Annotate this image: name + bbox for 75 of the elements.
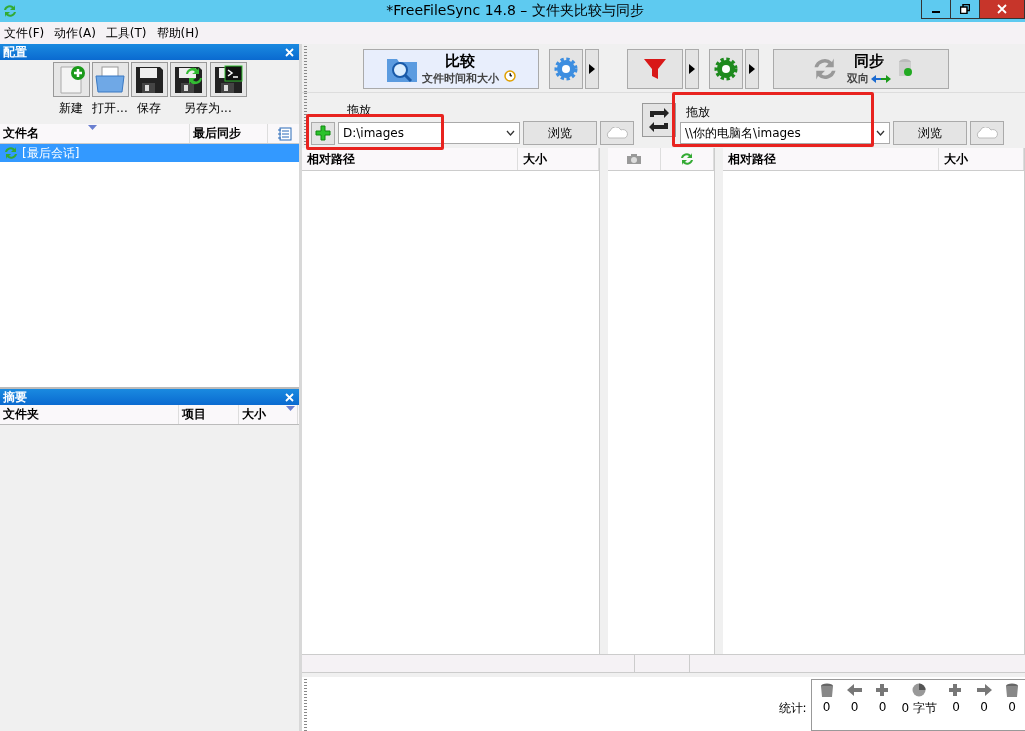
- column-header[interactable]: 文件夹: [0, 405, 179, 424]
- dropdown-caret-icon[interactable]: [876, 130, 885, 136]
- menu-item[interactable]: 帮助(H): [152, 24, 205, 42]
- window-title: *FreeFileSync 14.8 – 文件夹比较与同步: [386, 2, 644, 20]
- save-batch-button[interactable]: [209, 62, 247, 97]
- dropdown-arrow-button[interactable]: [585, 49, 599, 89]
- compare-button[interactable]: 比较 文件时间和大小: [363, 49, 539, 89]
- close-icon: [997, 4, 1007, 14]
- browse-button[interactable]: 浏览: [893, 121, 967, 145]
- left-arrow-icon: [845, 682, 864, 698]
- panel-title: 配置: [3, 43, 27, 61]
- triangle-icon: [589, 64, 595, 74]
- statistic-value: 0: [952, 700, 960, 714]
- menu-item[interactable]: 工具(T): [101, 24, 153, 42]
- statistic-value: 0: [980, 700, 988, 714]
- settings-icon: [553, 56, 579, 82]
- bin-icon: [1003, 682, 1021, 698]
- statistic-value: 0 字节: [901, 700, 937, 717]
- save-as-button[interactable]: [169, 62, 207, 97]
- statistics-label: 统计:: [778, 699, 807, 717]
- sort-arrow-icon: [286, 406, 295, 411]
- browse-button[interactable]: 浏览: [523, 121, 597, 145]
- sync-arrows-icon: [3, 145, 19, 161]
- column-header[interactable]: 相对路径: [723, 148, 939, 170]
- statistic-value: 0: [850, 700, 859, 714]
- statistic-value: 0: [878, 700, 887, 714]
- save-button[interactable]: [130, 62, 168, 97]
- cloud-icon: [975, 127, 999, 139]
- filter-icon: [642, 56, 668, 82]
- sort-arrow-icon: [88, 125, 97, 130]
- sync-arrows-icon: [2, 3, 18, 19]
- sync-arrows-icon[interactable]: [679, 151, 695, 167]
- new-button[interactable]: [52, 62, 90, 97]
- sync-settings-button[interactable]: [709, 49, 743, 89]
- triangle-icon: [689, 64, 695, 74]
- menu-item[interactable]: 动作(A): [50, 24, 102, 42]
- camera-icon[interactable]: [626, 153, 642, 165]
- plus-icon: [315, 125, 331, 141]
- dropdown-arrow-button[interactable]: [745, 49, 759, 89]
- filter-button[interactable]: [627, 49, 683, 89]
- menu-item[interactable]: 文件(F): [0, 24, 51, 42]
- triangle-icon: [749, 64, 755, 74]
- settings-icon: [713, 56, 739, 82]
- dropdown-caret-icon[interactable]: [506, 130, 515, 136]
- synchronize-button[interactable]: 同步 双向: [773, 49, 949, 89]
- statistic-value: 0: [822, 700, 831, 714]
- right-arrow-icon: [975, 682, 993, 698]
- statistic-value: 0: [1008, 700, 1016, 714]
- list-icon[interactable]: [277, 126, 293, 141]
- folder-path-field[interactable]: \\你的电脑名\images: [680, 122, 890, 144]
- column-header[interactable]: 最后同步: [190, 124, 268, 143]
- toolbar-label: 新建: [59, 100, 83, 117]
- minimize-button[interactable]: [921, 0, 951, 19]
- toolbar-label: 保存: [137, 100, 161, 117]
- add-folder-button[interactable]: [311, 121, 335, 145]
- restore-icon: [960, 4, 970, 14]
- close-icon[interactable]: [285, 392, 294, 402]
- drop-label: 拖放: [686, 104, 711, 121]
- folder-path-field[interactable]: D:\images: [338, 122, 520, 144]
- panel-title: 摘要: [3, 388, 27, 406]
- column-header[interactable]: 大小: [518, 148, 599, 170]
- dropdown-arrow-button[interactable]: [685, 49, 699, 89]
- toolbar-label: 打开...: [92, 100, 128, 117]
- two-way-arrow-icon: [871, 73, 891, 84]
- close-button[interactable]: [979, 0, 1025, 19]
- printer-icon: [94, 63, 126, 96]
- column-header[interactable]: 大小: [939, 148, 1024, 170]
- swap-arrows-icon: [647, 107, 671, 133]
- close-icon[interactable]: [285, 47, 294, 57]
- minimize-icon: [932, 11, 940, 13]
- column-header[interactable]: 项目: [179, 405, 239, 424]
- cloud-icon: [605, 127, 629, 139]
- column-header[interactable]: 相对路径: [302, 148, 518, 170]
- clock-icon: [502, 68, 517, 82]
- toolbar-label: 另存为...: [184, 100, 232, 117]
